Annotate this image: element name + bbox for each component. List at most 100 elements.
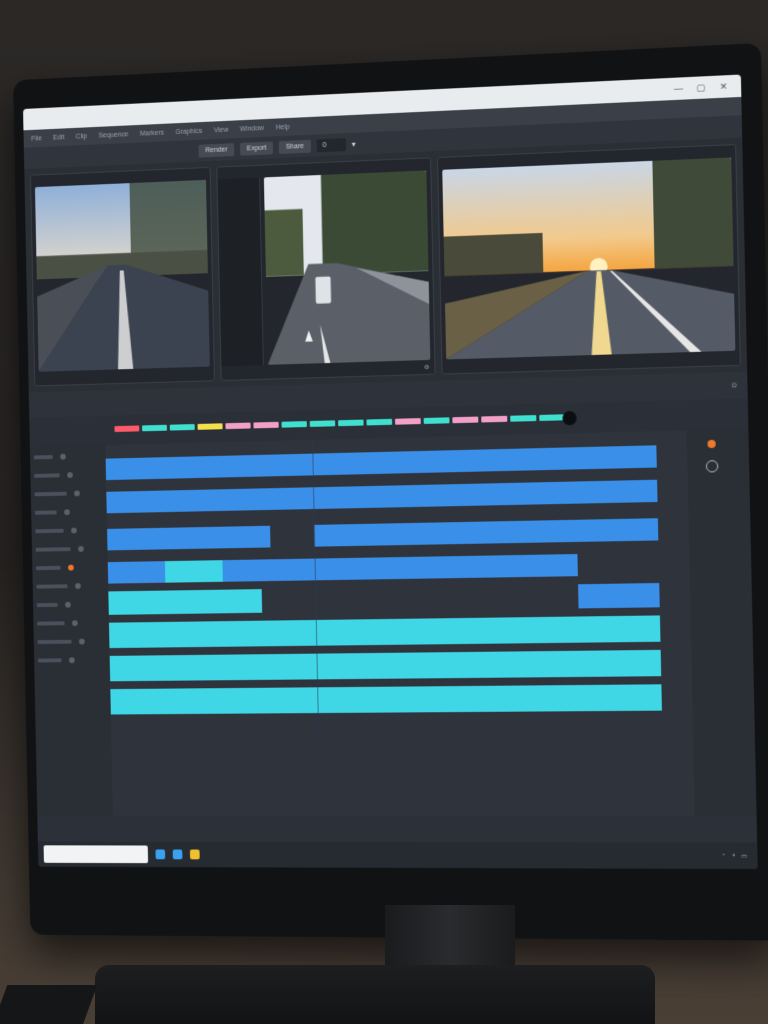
- timeline-marker[interactable]: [169, 424, 195, 431]
- road-image: [34, 179, 210, 372]
- track-toggle-icon[interactable]: [68, 657, 75, 664]
- track-header[interactable]: [34, 507, 103, 518]
- app-icon[interactable]: [155, 849, 166, 860]
- monitor-bezel: — ▢ ✕ File Edit Clip Sequence Markers Gr…: [13, 42, 768, 941]
- menu-graphics[interactable]: Graphics: [175, 127, 202, 135]
- video-clip[interactable]: [107, 561, 166, 584]
- timeline-marker[interactable]: [197, 423, 223, 430]
- audio-clip[interactable]: [578, 615, 661, 643]
- menu-file[interactable]: File: [31, 135, 42, 142]
- video-clip[interactable]: [105, 445, 657, 481]
- track-name-placeholder: [34, 473, 60, 478]
- track-name-placeholder: [36, 602, 58, 608]
- track-header[interactable]: [36, 599, 105, 610]
- timeline-marker[interactable]: [142, 424, 167, 432]
- menu-window[interactable]: Window: [240, 125, 264, 133]
- track-toggle-icon[interactable]: [78, 545, 84, 552]
- battery-icon[interactable]: ▭: [741, 852, 747, 859]
- track-name-placeholder: [33, 455, 53, 460]
- timeline-marker[interactable]: [394, 418, 421, 425]
- track-header-list: [29, 444, 113, 817]
- chevron-down-icon[interactable]: ▾: [352, 139, 356, 148]
- track-name-placeholder: [35, 528, 64, 534]
- timeline-marker[interactable]: [225, 422, 251, 430]
- snap-icon[interactable]: ⊙: [731, 381, 737, 389]
- menu-help[interactable]: Help: [276, 123, 290, 131]
- track-name-placeholder: [35, 547, 71, 552]
- minimize-icon[interactable]: —: [671, 83, 686, 94]
- source-video-frame[interactable]: [34, 179, 210, 372]
- menu-markers[interactable]: Markers: [140, 129, 164, 137]
- track-header[interactable]: [37, 636, 105, 647]
- track-toggle-icon[interactable]: [74, 490, 80, 497]
- close-icon[interactable]: ✕: [716, 81, 731, 93]
- video-clip[interactable]: [106, 479, 658, 514]
- timeline-marker[interactable]: [423, 417, 450, 424]
- system-tray: ◔ ◑ ▭: [721, 852, 747, 859]
- maximize-icon[interactable]: ▢: [694, 82, 709, 94]
- record-icon[interactable]: [707, 439, 716, 449]
- track-toggle-icon[interactable]: [78, 638, 85, 645]
- track-toggle-icon[interactable]: [67, 472, 73, 479]
- track-header[interactable]: [35, 544, 104, 555]
- video-clip[interactable]: [107, 525, 271, 551]
- timeline-marker[interactable]: [481, 415, 508, 423]
- folder-icon[interactable]: [189, 849, 200, 860]
- video-clip[interactable]: [313, 518, 659, 547]
- export-button[interactable]: Export: [239, 140, 274, 156]
- share-button[interactable]: Share: [278, 139, 311, 154]
- zoom-dropdown[interactable]: 0: [316, 137, 346, 152]
- track-header[interactable]: [34, 469, 102, 480]
- track-header[interactable]: [35, 525, 103, 536]
- audio-clip[interactable]: [223, 589, 263, 614]
- render-button[interactable]: Render: [198, 142, 235, 158]
- timeline-marker[interactable]: [309, 420, 336, 427]
- timeline-marker[interactable]: [338, 419, 364, 427]
- video-clip[interactable]: [222, 554, 578, 582]
- taskbar-search[interactable]: [43, 845, 149, 864]
- toggle-icon[interactable]: [705, 460, 719, 473]
- track-header[interactable]: [37, 618, 105, 629]
- audio-clip[interactable]: [108, 589, 224, 615]
- sunset-road-image: [442, 157, 736, 360]
- program-video-frame[interactable]: [263, 170, 431, 365]
- track-canvas[interactable]: [105, 430, 695, 816]
- export-video-frame[interactable]: [442, 157, 736, 360]
- settings-icon[interactable]: ⚙: [424, 363, 429, 370]
- audio-clip[interactable]: [110, 684, 662, 715]
- video-clip[interactable]: [578, 583, 660, 609]
- track-toggle-icon[interactable]: [65, 601, 71, 608]
- menu-view[interactable]: View: [214, 126, 229, 134]
- track-header[interactable]: [33, 451, 102, 462]
- timeline-marker[interactable]: [510, 415, 537, 422]
- menu-edit[interactable]: Edit: [53, 134, 65, 141]
- track-name-placeholder: [34, 510, 57, 515]
- menu-clip[interactable]: Clip: [76, 133, 88, 140]
- track-name-placeholder: [36, 584, 68, 589]
- timeline-marker[interactable]: [452, 416, 478, 424]
- track-toggle-icon[interactable]: [71, 620, 78, 627]
- wifi-icon[interactable]: ◔: [721, 852, 725, 859]
- track-header[interactable]: [37, 655, 106, 665]
- timeline-marker[interactable]: [253, 421, 279, 429]
- track-header[interactable]: [36, 562, 104, 573]
- timeline-marker[interactable]: [114, 425, 140, 433]
- track-toggle-icon[interactable]: [64, 509, 70, 516]
- audio-clip[interactable]: [164, 560, 223, 583]
- track-header[interactable]: [34, 488, 102, 499]
- track-toggle-icon[interactable]: [75, 583, 81, 590]
- track-toggle-icon[interactable]: [68, 564, 74, 571]
- timeline-marker[interactable]: [281, 421, 307, 428]
- editor-screen: — ▢ ✕ File Edit Clip Sequence Markers Gr…: [23, 74, 758, 870]
- track-header[interactable]: [36, 581, 104, 592]
- program-monitor: ⚙: [216, 157, 436, 382]
- audio-clip[interactable]: [109, 649, 662, 682]
- menu-sequence[interactable]: Sequence: [98, 131, 128, 139]
- track-toggle-icon[interactable]: [60, 453, 66, 460]
- volume-icon[interactable]: ◑: [731, 852, 735, 859]
- export-preview: [437, 143, 741, 375]
- timeline-marker[interactable]: [366, 418, 393, 426]
- track-toggle-icon[interactable]: [71, 527, 77, 534]
- audio-clip[interactable]: [108, 616, 580, 649]
- app-icon[interactable]: [172, 849, 183, 860]
